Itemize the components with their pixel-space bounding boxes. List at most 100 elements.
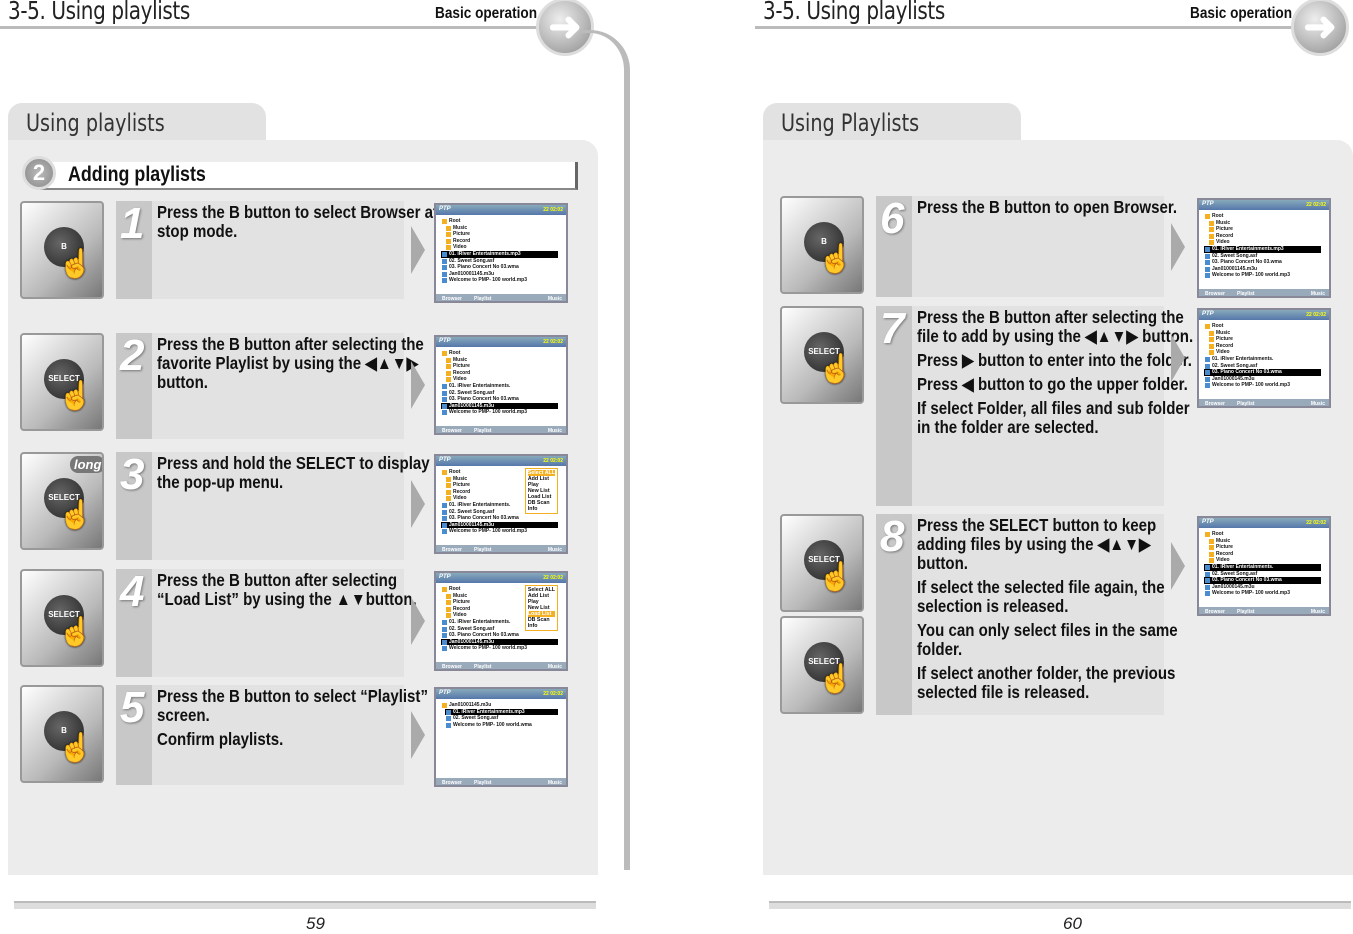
instruction-text: Press ◀ button to go the upper folder. — [917, 374, 1188, 394]
file-item: 03. Piano Concert No 03.wma — [441, 264, 558, 271]
device-image: SELECT ☝ — [780, 514, 864, 612]
file-item: Welcome to PMP- 100 world.mp3 — [441, 645, 558, 652]
file-item: Jan010001145.m3u — [441, 271, 558, 278]
screen-title: PTP — [439, 574, 451, 580]
file-item: Jan010001145.m3u — [441, 402, 558, 410]
folder-item: Jan01001145.m3u — [441, 702, 558, 709]
step-number: 2 — [120, 331, 145, 380]
file-item: 01. iRiver Entertainments. — [441, 383, 558, 390]
device-screen: PTP 22 02:02 Root Music Picture Record Video 01… — [434, 203, 568, 303]
file-item: Welcome to PMP- 100 world.mp3 — [1204, 272, 1321, 279]
step-instructions: Press the B button after selecting the f… — [157, 335, 441, 397]
folder-item: Video — [1208, 557, 1321, 564]
screen-tab-browser: Browser — [442, 296, 463, 302]
page-right: 3-5. Using playlists Basic operation ➜ U… — [755, 0, 1353, 933]
file-item: 03. Piano Concert No 03.wma — [441, 632, 558, 639]
screen-status: 22 02:02 — [1306, 202, 1326, 208]
device-screen: PTP 22 02:02 Root Music Picture Record Video 01… — [434, 335, 568, 435]
hand-pointer-icon: ☝ — [818, 663, 853, 694]
folder-item: Record — [445, 370, 558, 377]
right-arrow-icon — [1171, 222, 1185, 271]
device-screen: PTP 22 02:02 Root Music Picture Record Video 01… — [1197, 308, 1331, 408]
step-7: 7 Press the B button after selecting the … — [876, 304, 1193, 506]
file-item: Jan010001145.m3u — [1204, 266, 1321, 273]
screen-tab-browser: Browser — [442, 428, 463, 434]
screen-status-bar: PTP 22 02:02 — [436, 573, 566, 583]
folder-item: Root — [1204, 213, 1321, 220]
file-item: 02. Sweet Song.asf — [1204, 253, 1321, 260]
file-item: Welcome to PMP- 100 world.mp3 — [441, 528, 558, 535]
popup-menu: Select ALL Add List Play New List Load List D… — [524, 468, 558, 514]
file-item: Jan010001145.m3u — [441, 638, 558, 646]
device-image: SELECT ☝ — [20, 569, 104, 667]
folder-item: Video — [1208, 349, 1321, 356]
folder-item: Picture — [445, 363, 558, 370]
screen-status: 22 02:02 — [1306, 312, 1326, 318]
folder-item: Root — [441, 350, 558, 357]
step-number: 5 — [120, 683, 145, 732]
hand-pointer-icon: ☝ — [818, 561, 853, 592]
screen-tab-playlist: Playlist — [474, 296, 492, 302]
page-number: 59 — [306, 914, 325, 933]
screen-tab-browser: Browser — [1205, 291, 1226, 297]
screen-status-bar: PTP 22 02:02 — [1199, 518, 1329, 528]
right-arrow-icon — [411, 480, 425, 528]
section-label: Basic operation — [1190, 5, 1293, 22]
folder-item: Picture — [1208, 226, 1321, 233]
folder-item: Picture — [1208, 336, 1321, 343]
device-screen: PTP 22 02:02 Root Music Picture Record Video 01… — [1197, 516, 1331, 616]
step-6: 6 Press the B button to open Browser. — [876, 194, 1177, 297]
file-item: 03. Piano Concert No 03.wma — [1204, 577, 1321, 584]
device-image: SELECT ☝ — [780, 306, 864, 404]
screen-tab-browser: Browser — [1205, 401, 1226, 407]
step-3: 3 Press and hold the SELECT to display th… — [116, 450, 430, 560]
screen-tab-music: Music — [547, 547, 562, 553]
screen-title: PTP — [439, 338, 451, 344]
folder-item: Root — [441, 218, 558, 225]
folder-item: Record — [1208, 551, 1321, 558]
file-item: Welcome to PMP- 100 world.mp3 — [1204, 590, 1321, 597]
instruction-text: If select the selected file again, the s… — [917, 577, 1165, 616]
screen-status: 22 02:02 — [543, 207, 563, 213]
step-instructions: Press the B button after selecting the f… — [917, 308, 1201, 442]
file-item: 01. iRiver Entertainments.mp3 — [441, 250, 558, 258]
screen-tab-browser: Browser — [442, 547, 463, 553]
step-instructions: Press the SELECT button to keep adding f… — [917, 516, 1201, 707]
step-instructions: Press the B button to select Browser at … — [157, 203, 441, 246]
file-list: Root Music Picture Record Video 01. iRiver En… — [1199, 210, 1329, 289]
step-number: 8 — [880, 512, 905, 561]
step-2: 2 Press the B button after selecting the … — [116, 331, 424, 439]
screen-tab-bar: Browser Playlist Music — [436, 778, 566, 786]
screen-tab-playlist: Playlist — [1237, 291, 1255, 297]
screen-title: PTP — [439, 457, 451, 463]
file-item: 03. Piano Concert No 03.wma — [1204, 369, 1321, 376]
step-instructions: Press and hold the SELECT to display the… — [157, 454, 441, 497]
screen-title: PTP — [1202, 311, 1214, 317]
file-item: 02. Sweet Song.asf — [445, 715, 558, 722]
screen-tab-music: Music — [1310, 401, 1325, 407]
instruction-text: Press the B button after selecting the f… — [917, 307, 1194, 346]
screen-title: PTP — [1202, 519, 1214, 525]
screen-tab-music: Music — [1310, 291, 1325, 297]
step-number: 1 — [120, 199, 145, 248]
device-screen: PTP 22 02:02 Root Music Picture Record Video 01… — [1197, 198, 1331, 298]
device-image: SELECT ☝ — [20, 333, 104, 431]
right-arrow-icon — [411, 597, 425, 645]
instruction-text: Press the B button after selecting “Load… — [157, 570, 417, 609]
file-list: Root Music Picture Record Video 01. iRiver En… — [436, 466, 566, 545]
screen-tab-bar: Browser Playlist Music — [436, 294, 566, 302]
screen-tab-bar: Browser Playlist Music — [1199, 399, 1329, 407]
device-image: B ☝ — [780, 196, 864, 294]
file-list: Root Music Picture Record Video 01. iRiver En… — [436, 215, 566, 294]
screen-title: PTP — [439, 206, 451, 212]
folder-item: Music — [445, 357, 558, 364]
step-5: 5 Press the B button to select “Playlist”… — [116, 683, 428, 785]
screen-tab-browser: Browser — [1205, 609, 1226, 615]
screen-tab-playlist: Playlist — [474, 780, 492, 786]
instruction-text: Press and hold the SELECT to display the… — [157, 453, 430, 492]
folder-item: Video — [1208, 239, 1321, 246]
device-screen: PTP 22 02:02 Root Music Picture Record Video 01… — [434, 454, 568, 554]
instruction-text: Press the B button to select “Playlist” … — [157, 686, 428, 725]
file-item: 01. iRiver Entertainments.mp3 — [1204, 245, 1321, 253]
folder-item: Root — [1204, 531, 1321, 538]
